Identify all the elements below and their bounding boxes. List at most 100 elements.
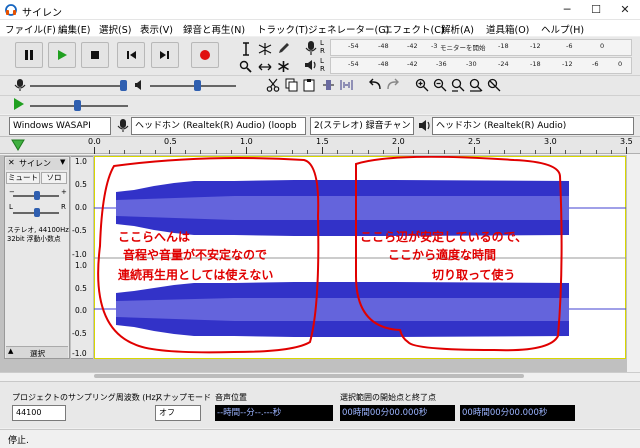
close-button[interactable]: ✕ — [610, 0, 640, 20]
menu-bar: ファイル(F) 編集(E) 選択(S) 表示(V) 録音と再生(N) トラック(… — [0, 20, 640, 36]
silence-icon[interactable] — [340, 78, 353, 92]
draw-tool[interactable] — [275, 40, 292, 57]
asterisk-icon — [278, 61, 289, 72]
zoom-tool[interactable] — [237, 58, 254, 75]
monitor-hint[interactable]: モニターを開始 — [440, 42, 486, 52]
skip-start-button[interactable] — [117, 42, 145, 68]
stop-button[interactable] — [81, 42, 109, 68]
pan-thumb[interactable] — [34, 208, 40, 217]
track-menu-chevron-icon[interactable]: ▼ — [60, 158, 65, 166]
cut-icon[interactable] — [266, 78, 280, 92]
solo-button[interactable]: ソロ — [41, 172, 67, 184]
rec-tick: -42 — [407, 42, 418, 50]
select-button[interactable]: 選択 — [30, 348, 45, 359]
time-shift-tool[interactable] — [256, 58, 273, 75]
play-speed-thumb[interactable] — [74, 100, 81, 111]
scale-top-m1: -1.0 — [72, 250, 87, 259]
audio-host-select[interactable]: Windows WASAPI — [9, 117, 111, 135]
menu-effect[interactable]: エフェクト(C) — [383, 22, 445, 36]
undo-icon[interactable] — [368, 78, 382, 92]
audio-position-field[interactable]: --時間--分--.---秒 — [215, 405, 333, 421]
fit-project-icon[interactable] — [469, 78, 483, 92]
skip-start-icon — [127, 51, 136, 59]
multi-tool[interactable] — [275, 58, 292, 75]
i-beam-icon — [242, 41, 249, 56]
ruler-tick-mark — [322, 147, 323, 154]
ruler-minor-tick — [413, 150, 415, 154]
track-close-icon[interactable]: ✕ — [8, 158, 15, 167]
zoom-out-icon[interactable] — [433, 78, 447, 92]
mute-button[interactable]: ミュート — [6, 172, 40, 184]
ruler-minor-tick — [595, 150, 597, 154]
ruler-tick-label: 2.5 — [468, 137, 481, 146]
scale-top-m05: -0.5 — [72, 226, 87, 235]
playback-device-select[interactable]: ヘッドホン (Realtek(R) Audio) — [432, 117, 634, 135]
selection-end-value: 00時間00分00.000秒 — [462, 408, 548, 418]
vertical-scrollbar[interactable] — [627, 155, 640, 380]
menu-transport[interactable]: 録音と再生(N) — [183, 22, 245, 36]
magnifier-icon — [239, 60, 252, 73]
skip-end-button[interactable] — [151, 42, 179, 68]
ruler-minor-tick — [458, 150, 460, 154]
horizontal-scroll-thumb[interactable] — [94, 374, 524, 378]
redo-icon[interactable] — [386, 78, 400, 92]
play-at-speed-icon[interactable] — [12, 97, 25, 111]
zoom-toggle-icon[interactable] — [487, 78, 501, 92]
ruler-tick-mark — [626, 147, 627, 154]
track-title-bar[interactable]: ✕ サイレン ▼ — [6, 158, 68, 170]
menu-tools[interactable]: 道具箱(O) — [486, 22, 529, 36]
microphone-icon — [305, 41, 317, 55]
mic-volume-icon — [14, 79, 26, 91]
menu-help[interactable]: ヘルプ(H) — [541, 22, 584, 36]
ruler-minor-tick — [352, 150, 354, 154]
recording-device-select[interactable]: ヘッドホン (Realtek(R) Audio) (loopb — [131, 117, 306, 135]
status-text: 停止. — [8, 436, 29, 446]
fit-selection-icon[interactable] — [451, 78, 465, 92]
recording-device-value: ヘッドホン (Realtek(R) Audio) (loopb — [135, 121, 297, 131]
track-name[interactable]: サイレン — [19, 158, 51, 169]
menu-edit[interactable]: 編集(E) — [58, 22, 90, 36]
channels-select[interactable]: 2(ステレオ) 録音チャン — [310, 117, 414, 135]
menu-view[interactable]: 表示(V) — [140, 22, 173, 36]
ruler-minor-tick — [565, 150, 567, 154]
play-button[interactable] — [48, 42, 76, 68]
ruler-minor-tick — [504, 150, 506, 154]
menu-tracks[interactable]: トラック(T) — [257, 22, 308, 36]
collapse-icon[interactable]: ▲ — [8, 347, 13, 355]
rec-tick: -54 — [348, 42, 359, 50]
play-tick: -36 — [436, 60, 447, 68]
minimize-button[interactable]: ─ — [552, 0, 582, 20]
speaker-device-icon — [419, 120, 430, 131]
ruler-minor-tick — [109, 150, 111, 154]
pause-button[interactable] — [15, 42, 43, 68]
selection-tool[interactable] — [237, 40, 254, 57]
ruler-tick-label: 0.0 — [88, 137, 101, 146]
playback-volume-slider[interactable] — [150, 85, 236, 87]
menu-file[interactable]: ファイル(F) — [5, 22, 56, 36]
envelope-tool[interactable] — [256, 40, 273, 57]
selection-end-field[interactable]: 00時間00分00.000秒 — [460, 405, 575, 421]
zoom-in-icon[interactable] — [415, 78, 429, 92]
play-icon — [58, 50, 67, 60]
gain-thumb[interactable] — [34, 191, 40, 200]
record-volume-thumb[interactable] — [120, 80, 127, 91]
rec-tick: -48 — [378, 42, 389, 50]
playback-meter[interactable] — [330, 57, 632, 74]
record-icon — [200, 50, 210, 60]
track-select-bar[interactable]: ▲ 選択 — [6, 346, 68, 358]
ruler-minor-tick — [124, 150, 126, 154]
snap-mode-select[interactable]: オフ — [155, 405, 201, 421]
record-volume-slider[interactable] — [30, 85, 126, 87]
paste-icon[interactable] — [303, 78, 316, 92]
maximize-button[interactable]: ☐ — [581, 0, 611, 20]
record-button[interactable] — [191, 42, 219, 68]
menu-select[interactable]: 選択(S) — [99, 22, 131, 36]
trim-icon[interactable] — [322, 78, 335, 92]
playback-volume-thumb[interactable] — [194, 80, 201, 91]
copy-icon[interactable] — [285, 78, 298, 92]
menu-analyze[interactable]: 解析(A) — [441, 22, 474, 36]
window-title: サイレン — [22, 8, 62, 19]
menu-generate[interactable]: ジェネレーター(G) — [308, 22, 389, 36]
project-rate-select[interactable]: 44100 — [12, 405, 66, 421]
selection-start-field[interactable]: 00時間00分00.000秒 — [340, 405, 455, 421]
